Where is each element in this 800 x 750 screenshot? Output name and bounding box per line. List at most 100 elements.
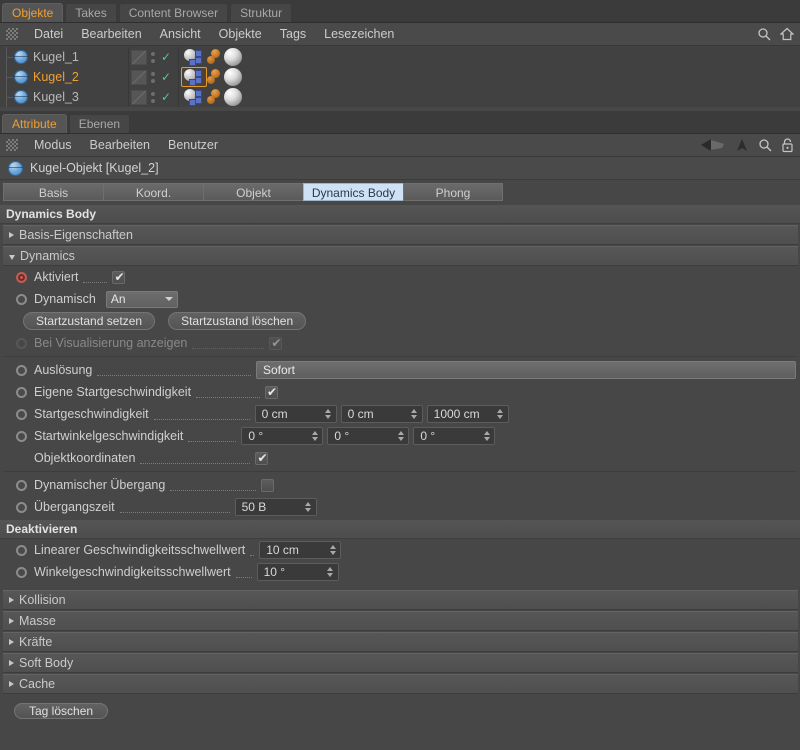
menu-ansicht[interactable]: Ansicht [151,23,210,45]
enabled-check-icon[interactable]: ✓ [161,71,171,83]
tab-takes[interactable]: Takes [65,3,116,22]
tags-column[interactable] [178,87,244,107]
group-dynamics[interactable]: Dynamics [3,246,798,266]
stepper-icon[interactable] [304,502,313,512]
objektkoordinaten-checkbox[interactable] [255,452,268,465]
startgeschwindigkeit-x-field[interactable]: 0 cm [255,405,337,423]
group-cache[interactable]: Cache [3,674,798,694]
visibility-dots-icon[interactable] [151,50,157,64]
up-arrow-icon[interactable] [735,138,749,152]
search-icon[interactable] [758,138,772,152]
table-row[interactable]: Kugel_3 ✓ [0,87,800,107]
visibility-dots-icon[interactable] [151,70,157,84]
tags-column[interactable] [178,47,244,67]
menu-datei[interactable]: Datei [25,23,72,45]
layer-color-swatch[interactable] [131,50,147,65]
animation-track-icon[interactable] [16,409,27,420]
lock-icon[interactable] [781,138,794,153]
animation-track-icon[interactable] [16,502,27,513]
stepper-icon[interactable] [410,409,419,419]
search-icon[interactable] [757,27,771,41]
group-masse[interactable]: Masse [3,611,798,631]
stepper-icon[interactable] [324,409,333,419]
animation-track-icon[interactable] [16,480,27,491]
tab-attribute[interactable]: Attribute [2,114,67,133]
tab-phong[interactable]: Phong [403,183,503,201]
ausloesung-select[interactable]: Sofort [256,361,796,379]
tab-dynamics-body[interactable]: Dynamics Body [303,183,403,201]
dynamics-tag-selected[interactable] [181,67,207,87]
back-arrow-icon[interactable] [700,138,726,152]
tab-content-browser[interactable]: Content Browser [119,3,228,22]
tab-objekte[interactable]: Objekte [2,3,63,22]
stepper-icon[interactable] [482,431,491,441]
animation-track-icon[interactable] [16,567,27,578]
startwinkel-z-field[interactable]: 0 ° [413,427,495,445]
dynamisch-select[interactable]: An [106,291,178,308]
table-row[interactable]: Kugel_2 ✓ [0,67,800,87]
object-name[interactable]: Kugel_2 [33,70,79,84]
home-icon[interactable] [780,27,794,41]
collider-tag-icon[interactable] [207,49,224,65]
object-name[interactable]: Kugel_3 [33,90,79,104]
group-kollision[interactable]: Kollision [3,590,798,610]
material-tag-icon[interactable] [224,68,242,86]
animation-track-icon[interactable] [16,294,27,305]
winkel-schwellwert-field[interactable]: 10 ° [257,563,339,581]
linearer-schwellwert-field[interactable]: 10 cm [259,541,341,559]
stepper-icon[interactable] [396,431,405,441]
menu-bearbeiten[interactable]: Bearbeiten [72,23,150,45]
enabled-check-icon[interactable]: ✓ [161,51,171,63]
visibility-column[interactable]: ✓ [128,67,178,87]
group-kraefte[interactable]: Kräfte [3,632,798,652]
drag-gripper-icon[interactable] [6,28,18,40]
material-tag-icon[interactable] [224,88,242,106]
layer-color-swatch[interactable] [131,70,147,85]
object-name[interactable]: Kugel_1 [33,50,79,64]
menu-benutzer[interactable]: Benutzer [159,134,227,156]
menu-objekte[interactable]: Objekte [210,23,271,45]
eigene-startgeschwindigkeit-checkbox[interactable] [265,386,278,399]
tab-struktur[interactable]: Struktur [230,3,292,22]
startzustand-setzen-button[interactable]: Startzustand setzen [23,312,155,330]
dynamics-tag[interactable] [181,47,207,67]
stepper-icon[interactable] [496,409,505,419]
animation-track-icon[interactable] [16,365,27,376]
layer-color-swatch[interactable] [131,90,147,105]
aktiviert-checkbox[interactable] [112,271,125,284]
startwinkel-y-field[interactable]: 0 ° [327,427,409,445]
table-row[interactable]: Kugel_1 ✓ [0,47,800,67]
visibility-dots-icon[interactable] [151,90,157,104]
animation-track-icon[interactable] [16,387,27,398]
tag-loeschen-button[interactable]: Tag löschen [14,703,108,719]
menu-lesezeichen[interactable]: Lesezeichen [315,23,403,45]
stepper-icon[interactable] [328,545,337,555]
tab-objekt[interactable]: Objekt [203,183,303,201]
material-tag-icon[interactable] [224,48,242,66]
animation-track-icon[interactable] [16,431,27,442]
animation-track-icon[interactable] [16,272,27,283]
group-soft-body[interactable]: Soft Body [3,653,798,673]
visibility-column[interactable]: ✓ [128,87,178,107]
group-basis-eigenschaften[interactable]: Basis-Eigenschaften [3,225,798,245]
startwinkel-x-field[interactable]: 0 ° [241,427,323,445]
tab-koord[interactable]: Koord. [103,183,203,201]
startzustand-loeschen-button[interactable]: Startzustand löschen [168,312,306,330]
startgeschwindigkeit-y-field[interactable]: 0 cm [341,405,423,423]
dynamics-tag[interactable] [181,87,207,107]
tags-column[interactable] [178,67,244,87]
collider-tag-icon[interactable] [207,89,224,105]
animation-track-icon[interactable] [16,545,27,556]
startgeschwindigkeit-z-field[interactable]: 1000 cm [427,405,509,423]
stepper-icon[interactable] [310,431,319,441]
tab-ebenen[interactable]: Ebenen [69,114,130,133]
menu-bearbeiten[interactable]: Bearbeiten [81,134,159,156]
menu-tags[interactable]: Tags [271,23,315,45]
drag-gripper-icon[interactable] [6,139,18,151]
visibility-column[interactable]: ✓ [128,47,178,67]
menu-modus[interactable]: Modus [25,134,81,156]
tab-basis[interactable]: Basis [3,183,103,201]
stepper-icon[interactable] [326,567,335,577]
enabled-check-icon[interactable]: ✓ [161,91,171,103]
object-tree[interactable]: Kugel_1 ✓ [0,46,800,107]
